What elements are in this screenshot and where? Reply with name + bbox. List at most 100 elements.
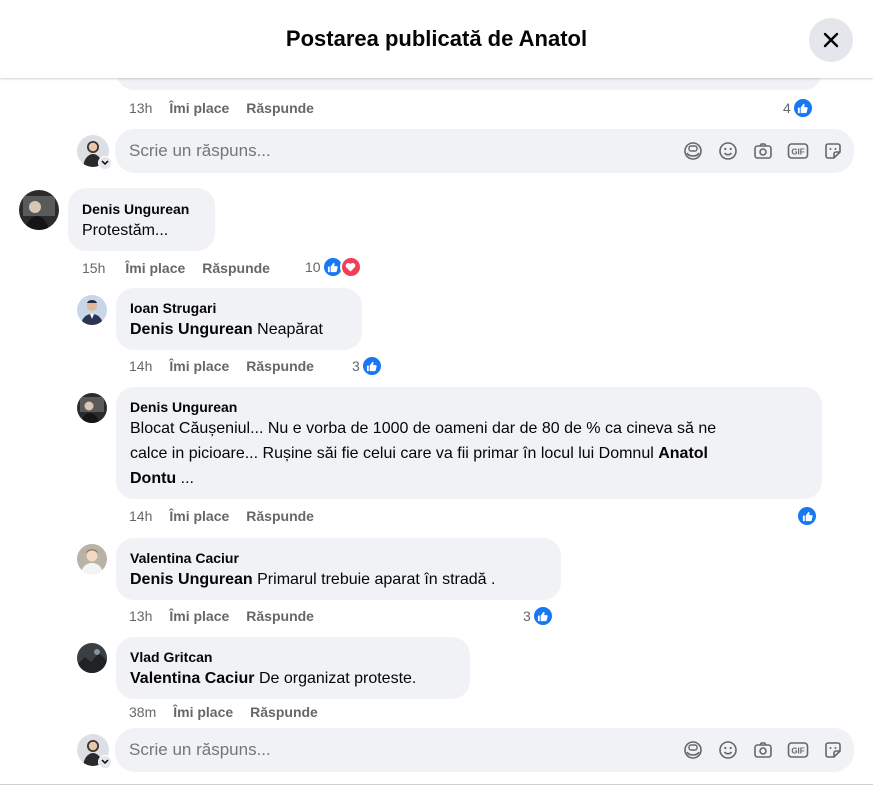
comment-author[interactable]: Vlad Gritcan bbox=[130, 648, 456, 666]
comment-body-line3: ... bbox=[176, 470, 194, 487]
mention-link[interactable]: Denis Ungurean bbox=[130, 571, 253, 588]
like-icon bbox=[360, 355, 383, 377]
reply-box: GIF bbox=[115, 129, 854, 173]
comment-meta: 38m Îmi place Răspunde bbox=[129, 704, 318, 720]
like-action[interactable]: Îmi place bbox=[169, 358, 229, 374]
comment-author[interactable]: Valentina Caciur bbox=[130, 549, 547, 567]
comment-meta: 13h Îmi place Răspunde bbox=[129, 100, 314, 116]
comment-text: Denis Ungurean Neapărat bbox=[130, 317, 348, 342]
comment-meta: 14h Îmi place Răspunde bbox=[129, 358, 314, 374]
comment-time[interactable]: 38m bbox=[129, 704, 156, 720]
divider bbox=[0, 784, 873, 785]
emoji-button[interactable] bbox=[717, 739, 739, 761]
avatar[interactable] bbox=[77, 393, 107, 423]
love-icon bbox=[339, 256, 362, 278]
like-action[interactable]: Îmi place bbox=[169, 508, 229, 524]
mention-link[interactable]: Valentina Caciur bbox=[130, 670, 255, 687]
close-icon bbox=[823, 32, 839, 48]
avatar-sticker-button[interactable] bbox=[682, 140, 704, 162]
reaction-count[interactable] bbox=[796, 505, 818, 527]
reply-action[interactable]: Răspunde bbox=[246, 358, 314, 374]
comment-time[interactable]: 14h bbox=[129, 358, 152, 374]
svg-text:GIF: GIF bbox=[791, 747, 804, 756]
dialog-title: Postarea publicată de Anatol bbox=[285, 26, 588, 51]
avatar-sticker-button[interactable] bbox=[682, 739, 704, 761]
comment-meta: 14h Îmi place Răspunde bbox=[129, 508, 314, 524]
comment-time[interactable]: 14h bbox=[129, 508, 152, 524]
avatar[interactable] bbox=[77, 295, 107, 325]
avatar[interactable] bbox=[19, 190, 59, 230]
composer-tools: GIF bbox=[682, 739, 844, 761]
comment-text: Denis Ungurean Primarul trebuie aparat î… bbox=[130, 567, 547, 592]
dialog-header: Postarea publicată de Anatol bbox=[0, 0, 873, 78]
comment-time[interactable]: 13h bbox=[129, 100, 152, 116]
like-icon bbox=[531, 605, 554, 627]
gif-icon: GIF bbox=[787, 143, 809, 159]
like-action[interactable]: Îmi place bbox=[169, 100, 229, 116]
sticker-icon bbox=[825, 143, 841, 159]
mention-link[interactable]: Dontu bbox=[130, 470, 176, 487]
comment-meta: 13h Îmi place Răspunde bbox=[129, 608, 314, 624]
camera-icon bbox=[754, 742, 772, 758]
avatar-icon-sticker bbox=[684, 741, 702, 759]
reply-bubble: Valentina Caciur Denis Ungurean Primarul… bbox=[116, 538, 561, 600]
reply-bubble: Vlad Gritcan Valentina Caciur De organiz… bbox=[116, 637, 470, 699]
my-avatar[interactable] bbox=[77, 135, 112, 170]
mention-link[interactable]: Denis Ungurean bbox=[130, 321, 253, 338]
like-action[interactable]: Îmi place bbox=[125, 260, 185, 276]
comment-time[interactable]: 15h bbox=[82, 260, 105, 276]
reply-input[interactable] bbox=[129, 728, 629, 772]
composer-tools: GIF bbox=[682, 140, 844, 162]
sticker-button[interactable] bbox=[822, 140, 844, 162]
mention-link[interactable]: Anatol bbox=[658, 445, 708, 462]
reply-action[interactable]: Răspunde bbox=[202, 260, 270, 276]
svg-text:GIF: GIF bbox=[791, 148, 804, 157]
reply-action[interactable]: Răspunde bbox=[246, 100, 314, 116]
comment-time[interactable]: 13h bbox=[129, 608, 152, 624]
comment-bubble: Denis Ungurean Protestăm... bbox=[68, 188, 215, 251]
camera-button[interactable] bbox=[752, 140, 774, 162]
comment-text: Valentina Caciur De organizat proteste. bbox=[130, 666, 456, 691]
reply-box: GIF bbox=[115, 728, 854, 772]
chevron-down-icon bbox=[98, 156, 112, 170]
comment-author[interactable]: Ioan Strugari bbox=[130, 299, 348, 317]
like-icon bbox=[796, 505, 818, 527]
comment-meta: 15h Îmi place Răspunde bbox=[82, 260, 270, 276]
sticker-icon bbox=[825, 742, 841, 758]
reply-action[interactable]: Răspunde bbox=[246, 608, 314, 624]
comment-body: Primarul trebuie aparat în stradă . bbox=[252, 571, 496, 588]
avatar[interactable] bbox=[77, 544, 107, 574]
like-action[interactable]: Îmi place bbox=[173, 704, 233, 720]
gif-button[interactable]: GIF bbox=[787, 140, 809, 162]
emoji-icon bbox=[719, 741, 737, 759]
comment-body: De organizat proteste. bbox=[254, 670, 417, 687]
camera-icon bbox=[754, 143, 772, 159]
comment-text: Protestăm... bbox=[82, 222, 169, 239]
avatar[interactable] bbox=[77, 643, 107, 673]
emoji-icon bbox=[719, 142, 737, 160]
reaction-count[interactable]: 4 bbox=[783, 97, 814, 119]
reaction-number: 3 bbox=[523, 608, 531, 624]
reply-bubble: Ioan Strugari Denis Ungurean Neapărat bbox=[116, 288, 362, 350]
comment-body: Neapărat bbox=[252, 321, 323, 338]
reaction-count[interactable]: 10 bbox=[305, 256, 362, 278]
reaction-number: 3 bbox=[352, 358, 360, 374]
close-button[interactable] bbox=[809, 18, 853, 62]
comment-author[interactable]: Denis Ungurean bbox=[82, 200, 201, 218]
reaction-number: 10 bbox=[305, 259, 321, 275]
my-avatar[interactable] bbox=[77, 734, 112, 769]
chevron-down-icon bbox=[98, 755, 112, 769]
comment-text: Blocat Căușeniul... Nu e vorba de 1000 d… bbox=[130, 416, 808, 491]
comment-author[interactable]: Denis Ungurean bbox=[130, 398, 808, 416]
reaction-count[interactable]: 3 bbox=[523, 605, 554, 627]
gif-button[interactable]: GIF bbox=[787, 739, 809, 761]
like-action[interactable]: Îmi place bbox=[169, 608, 229, 624]
reply-action[interactable]: Răspunde bbox=[250, 704, 318, 720]
reaction-count[interactable]: 3 bbox=[352, 355, 383, 377]
reply-action[interactable]: Răspunde bbox=[246, 508, 314, 524]
emoji-button[interactable] bbox=[717, 140, 739, 162]
camera-button[interactable] bbox=[752, 739, 774, 761]
reply-input[interactable] bbox=[129, 129, 629, 173]
reaction-number: 4 bbox=[783, 100, 791, 116]
sticker-button[interactable] bbox=[822, 739, 844, 761]
